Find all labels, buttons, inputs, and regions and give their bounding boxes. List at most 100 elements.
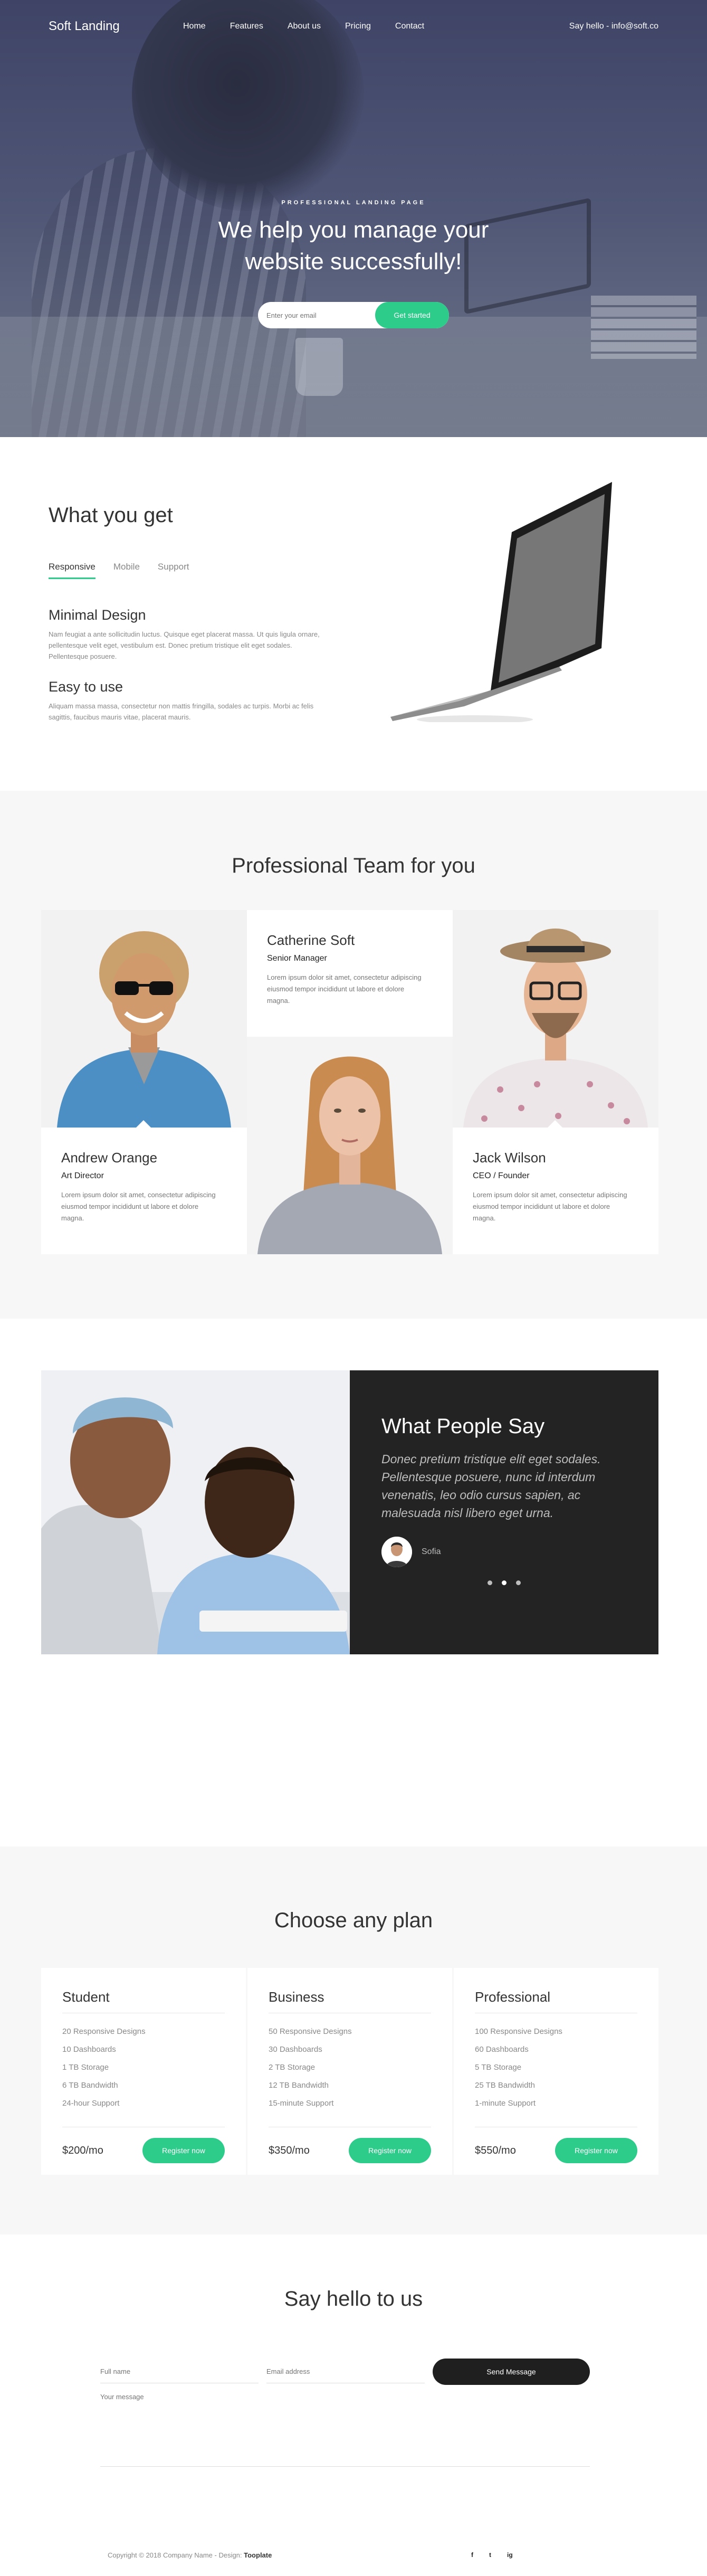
carousel-dots (350, 1578, 658, 1588)
plan-feature: 1 TB Storage (62, 2063, 109, 2072)
get-started-button[interactable]: Get started (375, 302, 449, 328)
social-links: f t ig (471, 2551, 513, 2559)
team-member-bio: Lorem ipsum dolor sit amet, consectetur … (61, 1191, 216, 1222)
team-member-role: CEO / Founder (473, 1171, 530, 1180)
plan-feature: 100 Responsive Designs (475, 2027, 562, 2036)
plan-features: 20 Responsive Designs 10 Dashboards 1 TB… (62, 2023, 225, 2113)
contact-title: Say hello to us (284, 2287, 423, 2310)
full-name-field[interactable] (100, 2360, 259, 2383)
feature-text: Nam feugiat a ante sollicitudin luctus. … (49, 630, 320, 660)
contact-section: Say hello to us Send Message Copyright ©… (0, 2234, 707, 2576)
pricing-plan-student: Student 20 Responsive Designs 10 Dashboa… (41, 1968, 246, 2175)
send-message-button[interactable]: Send Message (433, 2359, 590, 2385)
testimonial-section: What People Say Donec pretium tristique … (0, 1319, 707, 1846)
plan-features: 100 Responsive Designs 60 Dashboards 5 T… (475, 2023, 637, 2113)
top-navbar: Soft Landing Home Features About us Pric… (0, 0, 707, 53)
tab-responsive[interactable]: Responsive (49, 562, 95, 579)
plan-footer: $200/mo Register now (62, 2127, 225, 2163)
feature-title: Minimal Design (49, 607, 146, 623)
register-now-button[interactable]: Register now (349, 2138, 431, 2163)
team-member-card: Catherine Soft Senior Manager Lorem ipsu… (247, 910, 453, 1254)
plan-feature: 6 TB Bandwidth (62, 2081, 118, 2090)
carousel-dot[interactable] (487, 1580, 492, 1585)
team-member-role: Art Director (61, 1171, 104, 1180)
plan-footer: $350/mo Register now (269, 2127, 431, 2163)
contact-email-link[interactable]: Say hello - info@soft.co (569, 22, 658, 31)
testimonial-author-name: Sofia (422, 1547, 441, 1556)
hero-title-line-1: We help you manage your (218, 217, 489, 243)
feature-text: Aliquam massa massa, consectetur non mat… (49, 702, 314, 721)
hero-kicker: PROFESSIONAL LANDING PAGE (281, 200, 426, 206)
copyright-label: Copyright © 2018 Company Name - Design: (108, 2551, 244, 2559)
instagram-icon[interactable]: ig (507, 2551, 513, 2559)
hero-email-input[interactable] (258, 311, 374, 319)
nav-link-home[interactable]: Home (183, 22, 206, 31)
hero-title-line-2: website successfully! (245, 249, 462, 274)
plan-feature: 60 Dashboards (475, 2045, 529, 2054)
team-member-bio: Lorem ipsum dolor sit amet, consectetur … (473, 1191, 627, 1222)
team-title: Professional Team for you (232, 854, 475, 877)
team-member-photo (453, 910, 658, 1128)
message-field[interactable] (100, 2393, 590, 2467)
pricing-plan-business: Business 50 Responsive Designs 30 Dashbo… (247, 1968, 452, 2175)
footer: Copyright © 2018 Company Name - Design: … (0, 2551, 707, 2576)
testimonial-quote: Donec pretium tristique elit eget sodale… (381, 1452, 601, 1520)
feature-item: Minimal Design Nam feugiat a ante sollic… (49, 607, 333, 662)
nav-link-contact[interactable]: Contact (395, 22, 424, 31)
team-member-photo (247, 1037, 453, 1254)
testimonial-photo (41, 1370, 350, 1654)
plan-feature: 5 TB Storage (475, 2063, 522, 2072)
plan-price: $350/mo (269, 2144, 310, 2156)
pricing-plans: Student 20 Responsive Designs 10 Dashboa… (41, 1968, 658, 2175)
plan-name: Professional (475, 1989, 637, 2013)
team-member-name: Catherine Soft (267, 932, 355, 948)
tab-support[interactable]: Support (158, 562, 189, 579)
register-now-button[interactable]: Register now (555, 2138, 637, 2163)
team-member-photo (41, 910, 247, 1128)
brand-logo[interactable]: Soft Landing (49, 19, 183, 34)
team-member-card: Jack Wilson CEO / Founder Lorem ipsum do… (453, 910, 658, 1254)
email-field[interactable] (266, 2360, 425, 2383)
plan-feature: 2 TB Storage (269, 2063, 316, 2072)
testimonial-title: What People Say (381, 1415, 545, 1438)
team-member-info: Jack Wilson CEO / Founder Lorem ipsum do… (453, 1120, 658, 1254)
plan-name: Business (269, 1989, 431, 2013)
main-menu: Home Features About us Pricing Contact (183, 22, 448, 31)
plan-name: Student (62, 1989, 225, 2013)
twitter-icon[interactable]: t (489, 2551, 491, 2559)
team-member-bio: Lorem ipsum dolor sit amet, consectetur … (267, 973, 422, 1005)
plan-feature: 15-minute Support (269, 2099, 334, 2108)
laptop-illustration (390, 482, 612, 722)
team-member-card: Andrew Orange Art Director Lorem ipsum d… (41, 910, 247, 1254)
team-member-info: Catherine Soft Senior Manager Lorem ipsu… (247, 910, 453, 1044)
features-tabs: Responsive Mobile Support (49, 562, 189, 579)
plan-footer: $550/mo Register now (475, 2127, 637, 2163)
plan-price: $550/mo (475, 2144, 516, 2156)
designer-link[interactable]: Tooplate (244, 2551, 272, 2559)
pricing-title: Choose any plan (274, 1909, 433, 1932)
facebook-icon[interactable]: f (471, 2551, 473, 2559)
nav-link-about[interactable]: About us (288, 22, 321, 31)
hero-signup-form: Get started (258, 302, 449, 328)
carousel-dot[interactable] (516, 1580, 521, 1585)
team-grid: Andrew Orange Art Director Lorem ipsum d… (41, 910, 658, 1254)
nav-link-features[interactable]: Features (230, 22, 263, 31)
plan-feature: 12 TB Bandwidth (269, 2081, 329, 2090)
team-member-role: Senior Manager (267, 954, 327, 963)
plan-feature: 50 Responsive Designs (269, 2027, 352, 2036)
tab-mobile[interactable]: Mobile (113, 562, 140, 579)
feature-item: Easy to use Aliquam massa massa, consect… (49, 679, 333, 723)
team-member-name: Andrew Orange (61, 1150, 158, 1166)
plan-feature: 25 TB Bandwidth (475, 2081, 535, 2090)
avatar (381, 1537, 412, 1567)
testimonial-box: What People Say Donec pretium tristique … (350, 1370, 658, 1654)
plan-price: $200/mo (62, 2144, 103, 2156)
plan-feature: 30 Dashboards (269, 2045, 322, 2054)
register-now-button[interactable]: Register now (142, 2138, 225, 2163)
nav-link-pricing[interactable]: Pricing (345, 22, 371, 31)
plan-feature: 20 Responsive Designs (62, 2027, 146, 2036)
carousel-dot[interactable] (502, 1580, 507, 1585)
hero-title: We help you manage your website successf… (0, 214, 707, 278)
pricing-plan-professional: Professional 100 Responsive Designs 60 D… (454, 1968, 658, 2175)
team-member-name: Jack Wilson (473, 1150, 546, 1166)
